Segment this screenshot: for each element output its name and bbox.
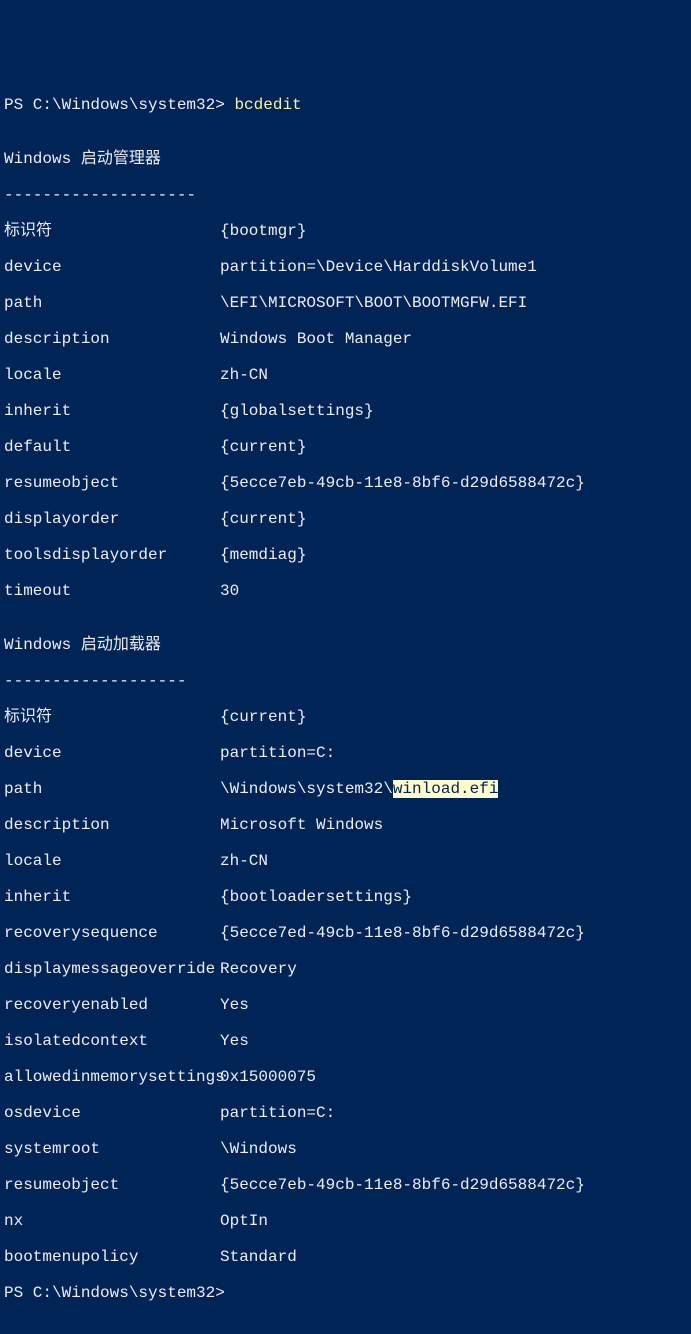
- kv-row: path\EFI\MICROSOFT\BOOT\BOOTMGFW.EFI: [4, 294, 687, 312]
- kv-row: default{current}: [4, 438, 687, 456]
- kv-row: nxOptIn: [4, 1212, 687, 1230]
- kv-row: inherit{globalsettings}: [4, 402, 687, 420]
- kv-key: inherit: [4, 888, 220, 906]
- kv-key: displayorder: [4, 510, 220, 528]
- kv-val: Yes: [220, 996, 249, 1014]
- kv-key: device: [4, 258, 220, 276]
- kv-key: default: [4, 438, 220, 456]
- kv-row: systemroot\Windows: [4, 1140, 687, 1158]
- terminal-output[interactable]: PS C:\Windows\system32> bcdedit Windows …: [4, 78, 687, 1320]
- kv-key: isolatedcontext: [4, 1032, 220, 1050]
- kv-val: Standard: [220, 1248, 297, 1266]
- kv-val: partition=C:: [220, 744, 335, 762]
- kv-val: {current}: [220, 438, 306, 456]
- kv-val: \EFI\MICROSOFT\BOOT\BOOTMGFW.EFI: [220, 294, 527, 312]
- kv-row: allowedinmemorysettings0x15000075: [4, 1068, 687, 1086]
- kv-key: locale: [4, 366, 220, 384]
- kv-val: {bootloadersettings}: [220, 888, 412, 906]
- kv-key: allowedinmemorysettings: [4, 1068, 220, 1086]
- kv-key: device: [4, 744, 220, 762]
- kv-key: osdevice: [4, 1104, 220, 1122]
- kv-val: {5ecce7ed-49cb-11e8-8bf6-d29d6588472c}: [220, 924, 585, 942]
- kv-row-path: path\Windows\system32\winload.efi: [4, 780, 687, 798]
- kv-row: localezh-CN: [4, 366, 687, 384]
- kv-val: Recovery: [220, 960, 297, 978]
- kv-key: resumeobject: [4, 474, 220, 492]
- kv-row: timeout30: [4, 582, 687, 600]
- kv-val: {5ecce7eb-49cb-11e8-8bf6-d29d6588472c}: [220, 474, 585, 492]
- kv-key: toolsdisplayorder: [4, 546, 220, 564]
- kv-key: displaymessageoverride: [4, 960, 220, 978]
- kv-val: 30: [220, 582, 239, 600]
- kv-row: devicepartition=\Device\HarddiskVolume1: [4, 258, 687, 276]
- kv-row: resumeobject{5ecce7eb-49cb-11e8-8bf6-d29…: [4, 474, 687, 492]
- kv-row: devicepartition=C:: [4, 744, 687, 762]
- kv-val: {memdiag}: [220, 546, 306, 564]
- kv-row: 标识符{bootmgr}: [4, 222, 687, 240]
- kv-val: 0x15000075: [220, 1068, 316, 1086]
- kv-val: zh-CN: [220, 852, 268, 870]
- kv-val: Windows Boot Manager: [220, 330, 412, 348]
- ps-prompt: PS C:\Windows\system32>: [4, 1284, 225, 1302]
- kv-row: descriptionWindows Boot Manager: [4, 330, 687, 348]
- kv-val: {current}: [220, 708, 306, 726]
- kv-row: inherit{bootloadersettings}: [4, 888, 687, 906]
- kv-row: displaymessageoverrideRecovery: [4, 960, 687, 978]
- kv-val: zh-CN: [220, 366, 268, 384]
- kv-val: OptIn: [220, 1212, 268, 1230]
- kv-row: localezh-CN: [4, 852, 687, 870]
- kv-key: systemroot: [4, 1140, 220, 1158]
- section-1-title: Windows 启动管理器: [4, 150, 687, 168]
- kv-val: Microsoft Windows: [220, 816, 383, 834]
- kv-val: {bootmgr}: [220, 222, 306, 240]
- kv-row: recoveryenabledYes: [4, 996, 687, 1014]
- kv-key: nx: [4, 1212, 220, 1230]
- kv-row: osdevicepartition=C:: [4, 1104, 687, 1122]
- kv-key: resumeobject: [4, 1176, 220, 1194]
- prompt-line-1: PS C:\Windows\system32> bcdedit: [4, 96, 687, 114]
- kv-key: timeout: [4, 582, 220, 600]
- kv-key: inherit: [4, 402, 220, 420]
- kv-key: description: [4, 816, 220, 834]
- kv-key: locale: [4, 852, 220, 870]
- kv-row: displayorder{current}: [4, 510, 687, 528]
- kv-val: \Windows: [220, 1140, 297, 1158]
- prompt-line-2[interactable]: PS C:\Windows\system32>: [4, 1284, 687, 1302]
- kv-row: bootmenupolicyStandard: [4, 1248, 687, 1266]
- section-2-underline: -------------------: [4, 672, 687, 690]
- kv-key: description: [4, 330, 220, 348]
- kv-key: 标识符: [4, 708, 220, 726]
- kv-val: {5ecce7eb-49cb-11e8-8bf6-d29d6588472c}: [220, 1176, 585, 1194]
- ps-prompt: PS C:\Windows\system32>: [4, 96, 234, 114]
- kv-key: bootmenupolicy: [4, 1248, 220, 1266]
- kv-key: recoveryenabled: [4, 996, 220, 1014]
- kv-key: 标识符: [4, 222, 220, 240]
- kv-val: Yes: [220, 1032, 249, 1050]
- kv-key: recoverysequence: [4, 924, 220, 942]
- section-2-title: Windows 启动加载器: [4, 636, 687, 654]
- kv-key: path: [4, 780, 220, 798]
- kv-val: partition=C:: [220, 1104, 335, 1122]
- kv-key: path: [4, 294, 220, 312]
- section-1-underline: --------------------: [4, 186, 687, 204]
- kv-row: isolatedcontextYes: [4, 1032, 687, 1050]
- kv-val: {globalsettings}: [220, 402, 374, 420]
- kv-row: toolsdisplayorder{memdiag}: [4, 546, 687, 564]
- kv-val: partition=\Device\HarddiskVolume1: [220, 258, 537, 276]
- kv-row: descriptionMicrosoft Windows: [4, 816, 687, 834]
- kv-row: recoverysequence{5ecce7ed-49cb-11e8-8bf6…: [4, 924, 687, 942]
- kv-val: {current}: [220, 510, 306, 528]
- kv-row: resumeobject{5ecce7eb-49cb-11e8-8bf6-d29…: [4, 1176, 687, 1194]
- command-text: bcdedit: [234, 96, 301, 114]
- kv-row: 标识符{current}: [4, 708, 687, 726]
- kv-val-prefix: \Windows\system32\: [220, 780, 393, 798]
- highlighted-text: winload.efi: [393, 780, 499, 798]
